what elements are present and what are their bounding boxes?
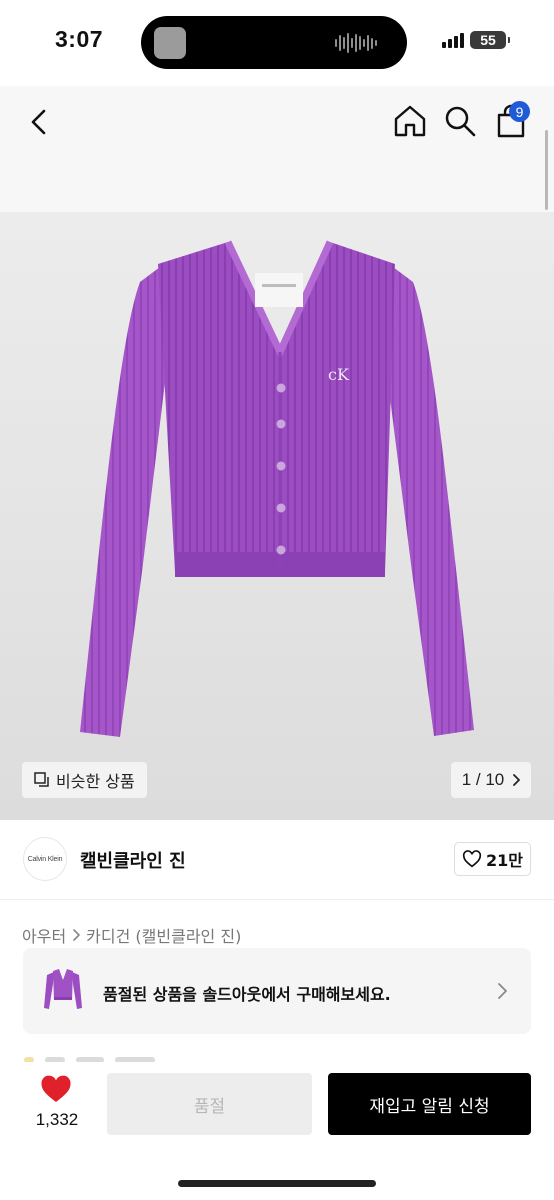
brand-name[interactable]: 캘빈클라인 진	[80, 847, 186, 873]
now-playing-thumbnail	[154, 27, 186, 59]
status-bar: 3:07 55	[0, 0, 554, 86]
restock-alert-button[interactable]: 재입고 알림 신청	[328, 1073, 531, 1135]
cart-count-badge: 9	[509, 101, 530, 122]
status-indicators: 55	[442, 31, 510, 49]
signal-icon	[442, 32, 464, 48]
status-time: 3:07	[55, 26, 104, 52]
brand-like-count: 21만	[486, 851, 523, 870]
heart-filled-icon	[41, 1075, 71, 1102]
pager-text: 1 / 10	[461, 770, 505, 789]
similar-products-button[interactable]: 비슷한 상품	[22, 762, 147, 798]
soldout-button: 품절	[107, 1073, 312, 1135]
breadcrumb: 아우터 카디건 (캘빈클라인 진)	[22, 923, 241, 947]
brand-logo-text: Calvin Klein	[27, 855, 63, 863]
brand-row: Calvin Klein 캘빈클라인 진 21만	[0, 820, 554, 900]
chevron-right-icon	[498, 983, 507, 999]
audio-wave-icon	[335, 32, 377, 54]
like-button[interactable]: 1,332	[27, 1075, 87, 1135]
top-nav-bar	[0, 86, 554, 212]
product-image[interactable]: cK 비슷한 상품 1 / 10	[0, 212, 554, 820]
battery-icon: 55	[470, 31, 510, 49]
home-icon[interactable]	[393, 103, 427, 139]
brand-logo[interactable]: Calvin Klein	[23, 837, 67, 881]
chevron-right-icon	[513, 774, 521, 786]
breadcrumb-item-cardigan[interactable]: 카디건 (캘빈클라인 진)	[86, 923, 241, 947]
chevron-right-icon	[73, 929, 80, 941]
battery-level: 55	[480, 32, 496, 48]
bottom-action-bar: 1,332 품절 재입고 알림 신청	[0, 1062, 554, 1200]
soldout-banner-text: 품절된 상품을 솔드아웃에서 구매해보세요.	[103, 985, 391, 1004]
scrollbar[interactable]	[545, 130, 548, 210]
breadcrumb-item-outer[interactable]: 아우터	[22, 923, 66, 947]
heart-outline-icon	[462, 850, 482, 868]
back-icon[interactable]	[24, 106, 56, 138]
soldout-banner[interactable]: 품절된 상품을 솔드아웃에서 구매해보세요.	[23, 948, 531, 1034]
cardigan-logo: cK	[328, 365, 350, 384]
like-count: 1,332	[35, 1110, 79, 1129]
dynamic-island	[141, 16, 407, 69]
brand-like-button[interactable]: 21만	[454, 842, 531, 876]
image-pager[interactable]: 1 / 10	[451, 762, 531, 798]
cardigan-image: cK	[80, 240, 474, 737]
similar-products-label: 비슷한 상품	[56, 772, 135, 791]
search-icon[interactable]	[443, 103, 477, 139]
home-indicator[interactable]	[178, 1180, 376, 1187]
similar-items-icon	[34, 772, 49, 787]
cardigan-thumbnail	[44, 969, 82, 1009]
rating-row-peek	[24, 1048, 164, 1062]
